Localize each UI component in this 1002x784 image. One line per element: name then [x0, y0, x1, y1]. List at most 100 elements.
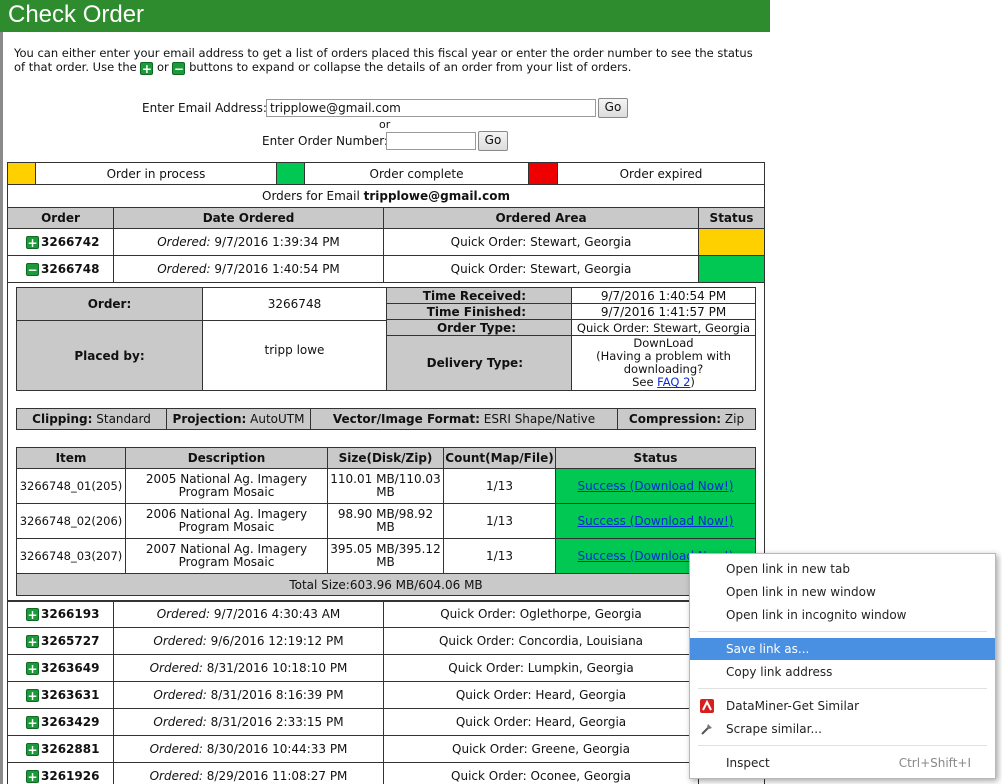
ordered-word: Ordered:	[153, 715, 207, 729]
menu-item-open-new-tab[interactable]: Open link in new tab	[690, 558, 995, 580]
clipping-label: Clipping:	[32, 412, 93, 426]
page-header: Check Order	[0, 0, 770, 32]
format-option: Vector/Image Format: ESRI Shape/Native	[310, 408, 618, 430]
legend-expired-label: Order expired	[557, 162, 765, 185]
detail-placed-by-value: tripp lowe	[202, 320, 387, 391]
order-row-area: Quick Order: Heard, Georgia	[383, 708, 699, 736]
order-number: 3263631	[41, 688, 100, 702]
order-row-number: +3261926	[7, 762, 114, 784]
legend-complete-swatch	[276, 162, 305, 185]
order-row-area: Quick Order: Concordia, Louisiana	[383, 627, 699, 655]
expand-row-icon[interactable]: +	[26, 769, 39, 783]
item-size: 110.01 MB/110.03 MB	[327, 468, 444, 504]
menu-item-label: Inspect	[726, 756, 770, 770]
scraper-icon	[701, 724, 712, 735]
order-row-date: Ordered: 9/7/2016 1:40:54 PM	[113, 255, 384, 283]
detail-order-label: Order:	[16, 287, 203, 321]
menu-item-open-incognito[interactable]: Open link in incognito window	[690, 604, 995, 626]
order-row-date: Ordered: 8/29/2016 11:08:27 PM	[113, 762, 384, 784]
item-count: 1/13	[443, 538, 556, 574]
email-input[interactable]: tripplowe@gmail.com	[266, 99, 596, 117]
expand-icon: +	[140, 62, 154, 76]
orders-for-heading: Orders for Email tripplowe@gmail.com	[7, 184, 765, 208]
ordered-word: Ordered:	[153, 688, 207, 702]
item-description-line2: Program Mosaic	[178, 485, 275, 499]
menu-item-open-new-window[interactable]: Open link in new window	[690, 581, 995, 603]
order-row-area: Quick Order: Oconee, Georgia	[383, 762, 699, 784]
order-number: 3265727	[41, 634, 100, 648]
menu-separator	[698, 631, 987, 632]
ordered-word: Ordered:	[157, 262, 211, 276]
status-in-process	[698, 228, 765, 256]
menu-item-dataminer-get-similar[interactable]: DataMiner-Get Similar	[690, 695, 995, 717]
ordered-word: Ordered:	[149, 769, 203, 783]
order-number: 3266748	[41, 262, 100, 276]
order-number-input[interactable]	[386, 132, 476, 150]
order-row-number: +3265727	[7, 627, 114, 655]
order-row-date: Ordered: 8/30/2016 10:44:33 PM	[113, 735, 384, 763]
menu-item-copy-link-address[interactable]: Copy link address	[690, 661, 995, 683]
item-count: 1/13	[443, 468, 556, 504]
order-row-number: +3263631	[7, 681, 114, 709]
email-go-button[interactable]: Go	[598, 98, 628, 118]
menu-item-shortcut: Ctrl+Shift+I	[898, 756, 971, 770]
download-link[interactable]: Success (Download Now!)	[578, 514, 734, 528]
items-header-status: Status	[555, 447, 756, 469]
legend-complete-label: Order complete	[304, 162, 529, 185]
item-id: 3266748_03(207)	[16, 538, 126, 574]
order-date: 9/7/2016 1:39:34 PM	[214, 235, 340, 249]
order-row-date: Ordered: 9/6/2016 12:19:12 PM	[113, 627, 384, 655]
item-description: 2006 National Ag. Imagery Program Mosaic	[125, 503, 328, 539]
legend-expired-swatch	[528, 162, 558, 185]
context-menu: Open link in new tab Open link in new wi…	[689, 553, 996, 779]
delivery-type-label: Delivery Type:	[386, 335, 572, 391]
item-count: 1/13	[443, 503, 556, 539]
order-row-number: +3263649	[7, 654, 114, 682]
order-date: 8/31/2016 10:18:10 PM	[206, 661, 348, 675]
delivery-type-value: DownLoad (Having a problem with download…	[571, 335, 756, 391]
order-row-area: Quick Order: Heard, Georgia	[383, 681, 699, 709]
status-complete	[698, 255, 765, 283]
expand-row-icon[interactable]: +	[26, 661, 39, 675]
time-finished-label: Time Finished:	[386, 303, 572, 320]
detail-placed-by-label: Placed by:	[16, 320, 203, 391]
order-row-date: Ordered: 9/7/2016 1:39:34 PM	[113, 228, 384, 256]
menu-item-inspect[interactable]: Inspect Ctrl+Shift+I	[690, 752, 995, 774]
expand-row-icon[interactable]: +	[26, 634, 39, 648]
order-row-date: Ordered: 8/31/2016 10:18:10 PM	[113, 654, 384, 682]
order-number-go-button[interactable]: Go	[478, 131, 508, 151]
menu-separator	[698, 745, 987, 746]
download-link[interactable]: Success (Download Now!)	[578, 479, 734, 493]
column-header-area: Ordered Area	[383, 207, 699, 229]
item-description: 2007 National Ag. Imagery Program Mosaic	[125, 538, 328, 574]
order-row-area: Quick Order: Greene, Georgia	[383, 735, 699, 763]
order-type-value: Quick Order: Stewart, Georgia	[571, 319, 756, 336]
item-id: 3266748_02(206)	[16, 503, 126, 539]
menu-item-scrape-similar[interactable]: Scrape similar...	[690, 718, 995, 740]
time-received-label: Time Received:	[386, 287, 572, 304]
email-label: Enter Email Address:	[142, 101, 267, 115]
order-number: 3263429	[41, 715, 100, 729]
expand-row-icon[interactable]: +	[26, 688, 39, 702]
time-finished-value: 9/7/2016 1:41:57 PM	[571, 303, 756, 320]
items-header-description: Description	[125, 447, 328, 469]
order-date: 9/7/2016 1:40:54 PM	[214, 262, 340, 276]
item-status: Success (Download Now!)	[555, 503, 756, 539]
expand-row-icon[interactable]: +	[26, 715, 39, 729]
order-row-number: +3266742	[7, 228, 114, 256]
ordered-word: Ordered:	[149, 661, 203, 675]
item-description: 2005 National Ag. Imagery Program Mosaic	[125, 468, 328, 504]
collapse-row-icon[interactable]: −	[26, 262, 39, 276]
expand-row-icon[interactable]: +	[26, 742, 39, 756]
order-row-date: Ordered: 8/31/2016 8:16:39 PM	[113, 681, 384, 709]
menu-item-label: DataMiner-Get Similar	[726, 699, 860, 713]
menu-item-save-link-as[interactable]: Save link as...	[690, 638, 995, 660]
order-date: 8/30/2016 10:44:33 PM	[206, 742, 348, 756]
item-size-line2: MB	[376, 485, 395, 499]
expand-row-icon[interactable]: +	[26, 235, 39, 249]
order-row-date: Ordered: 8/31/2016 2:33:15 PM	[113, 708, 384, 736]
order-date: 8/31/2016 8:16:39 PM	[210, 688, 344, 702]
expand-row-icon[interactable]: +	[26, 607, 39, 621]
faq-link[interactable]: FAQ 2	[657, 375, 690, 389]
order-row-area: Quick Order: Stewart, Georgia	[383, 255, 699, 283]
